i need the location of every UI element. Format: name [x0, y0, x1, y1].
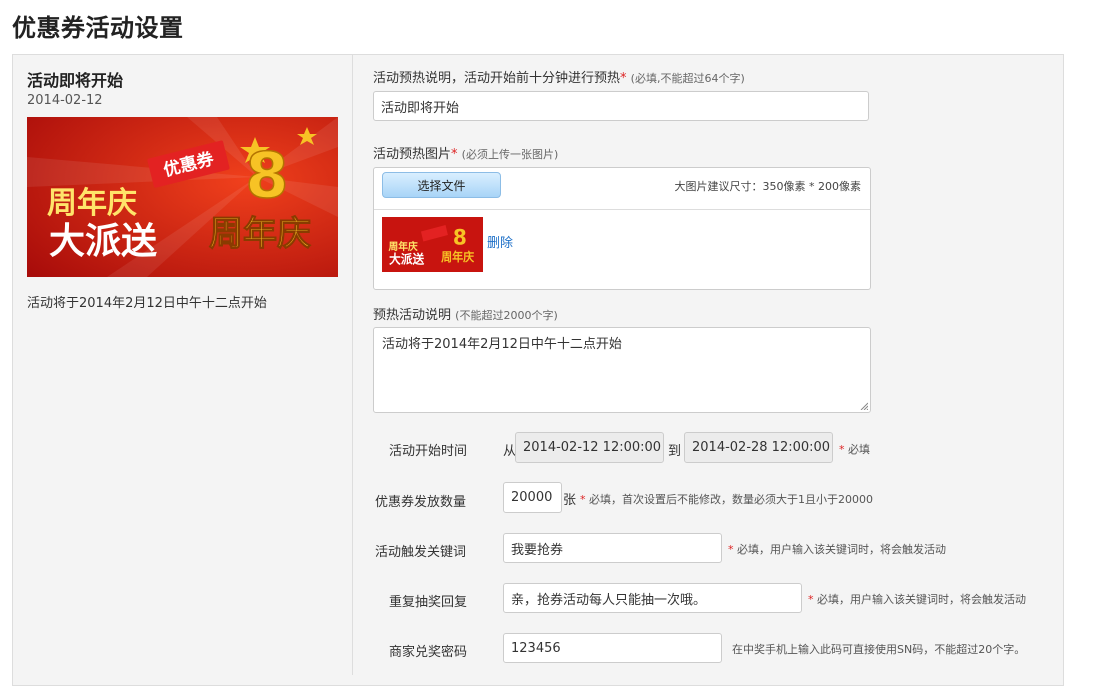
coupon-count-hint: * 必填，首次设置后不能修改，数量必须大于1且小于20000	[580, 491, 873, 507]
warmup-activity-desc-textarea[interactable]: 活动将于2014年2月12日中午十二点开始	[373, 327, 871, 413]
uploaded-image-thumbnail: 8 周年庆 周年庆 大派送	[382, 217, 483, 272]
preview-title: 活动即将开始	[27, 71, 124, 90]
repeat-reply-label: 重复抽奖回复	[389, 595, 468, 610]
warmup-image-label: 活动预热图片* (必须上传一张图片)	[373, 143, 558, 162]
repeat-reply-input[interactable]: 亲，抢券活动每人只能抽一次哦。	[503, 583, 802, 613]
resize-grip-icon[interactable]	[860, 402, 868, 410]
textarea-value: 活动将于2014年2月12日中午十二点开始	[382, 337, 622, 352]
upload-separator	[374, 209, 870, 210]
image-upload-box: 选择文件 大图片建议尺寸：350像素 * 200像素 8 周年庆 周年庆 大派送…	[373, 167, 871, 290]
warmup-image-label-text: 活动预热图片	[373, 147, 452, 162]
delete-image-link[interactable]: 删除	[487, 232, 513, 251]
start-time-required: * 必填	[839, 441, 870, 457]
coupon-count-unit: 张	[563, 493, 577, 508]
start-time-to-input[interactable]: 2014-02-28 12:00:00	[684, 432, 833, 463]
banner-right-text: 周年庆	[209, 214, 311, 254]
page-title: 优惠券活动设置	[12, 14, 184, 42]
keyword-label: 活动触发关键词	[375, 545, 467, 560]
merchant-password-label: 商家兑奖密码	[389, 645, 468, 660]
required-mark: *	[451, 147, 458, 162]
repeat-reply-hint: * 必填，用户输入该关键词时，将会触发活动	[808, 591, 1026, 607]
required-mark: *	[580, 493, 586, 506]
coupon-count-label: 优惠券发放数量	[375, 495, 467, 510]
warmup-desc-hint: (必填,不能超过64个字)	[630, 72, 745, 85]
required-mark: *	[620, 71, 627, 86]
warmup-image-hint: (必须上传一张图片)	[461, 148, 559, 161]
thumb-right-text: 周年庆	[440, 250, 475, 264]
warmup-desc-label-text: 活动预热说明，活动开始前十分钟进行预热	[373, 71, 621, 86]
image-size-hint: 大图片建议尺寸：350像素 * 200像素	[674, 180, 861, 193]
preview-date: 2014-02-12	[27, 93, 103, 108]
panel-divider	[352, 55, 353, 675]
choose-file-button[interactable]: 选择文件	[382, 172, 501, 198]
coupon-count-input[interactable]: 20000	[503, 482, 562, 513]
required-text: 必填	[848, 443, 870, 456]
warmup-activity-desc-label: 预热活动说明 (不能超过2000个字)	[373, 304, 558, 323]
required-mark: *	[728, 543, 734, 556]
thumb-digit: 8	[453, 225, 467, 250]
warmup-desc-label: 活动预热说明，活动开始前十分钟进行预热* (必填,不能超过64个字)	[373, 67, 745, 86]
banner-line2: 大派送	[49, 221, 157, 262]
start-time-label: 活动开始时间	[389, 444, 468, 459]
keyword-hint: * 必填，用户输入该关键词时，将会触发活动	[728, 541, 946, 557]
required-mark: *	[839, 443, 845, 456]
warmup-desc-input[interactable]: 活动即将开始	[373, 91, 869, 121]
merchant-password-hint: 在中奖手机上输入此码可直接使用SN码，不能超过20个字。	[732, 643, 1026, 656]
merchant-password-input[interactable]: 123456	[503, 633, 722, 663]
thumb-line1: 周年庆	[388, 240, 417, 253]
to-label: 到	[668, 444, 682, 459]
keyword-input[interactable]: 我要抢券	[503, 533, 722, 563]
banner-digit: 8	[245, 139, 288, 212]
start-time-from-input[interactable]: 2014-02-12 12:00:00	[515, 432, 664, 463]
warmup-activity-desc-hint: (不能超过2000个字)	[455, 309, 558, 322]
preview-description: 活动将于2014年2月12日中午十二点开始	[27, 296, 267, 311]
preview-banner-image: 优惠券 8 周年庆 周年庆 大派送	[27, 117, 338, 277]
banner-line1: 周年庆	[47, 186, 137, 221]
repeat-reply-hint-text: 必填，用户输入该关键词时，将会触发活动	[817, 593, 1026, 606]
warmup-activity-desc-label-text: 预热活动说明	[373, 308, 452, 323]
keyword-hint-text: 必填，用户输入该关键词时，将会触发活动	[737, 543, 946, 556]
required-mark: *	[808, 593, 814, 606]
thumb-line2: 大派送	[389, 251, 425, 266]
coupon-count-hint-text: 必填，首次设置后不能修改，数量必须大于1且小于20000	[589, 493, 873, 506]
